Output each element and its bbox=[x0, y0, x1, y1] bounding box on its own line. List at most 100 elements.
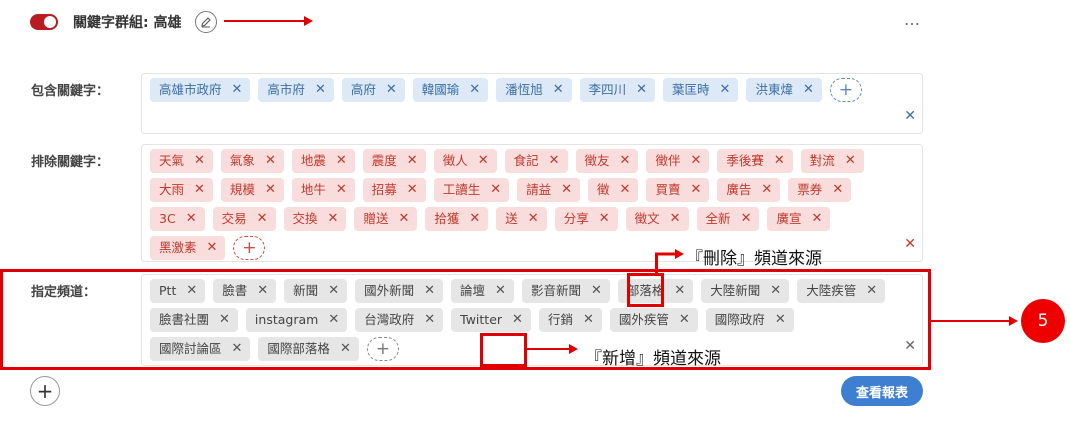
remove-tag-icon[interactable]: ✕ bbox=[315, 78, 326, 102]
remove-tag-icon[interactable]: ✕ bbox=[803, 78, 814, 102]
remove-tag-icon[interactable]: ✕ bbox=[761, 178, 772, 202]
remove-tag-icon[interactable]: ✕ bbox=[194, 178, 205, 202]
exclude-tag-label: 徵友 bbox=[584, 153, 610, 168]
exclude-tag-label: 贈送 bbox=[363, 211, 389, 226]
include-tag: 李四川 ✕ bbox=[579, 78, 656, 102]
remove-tag-icon[interactable]: ✕ bbox=[407, 178, 418, 202]
remove-tag-icon[interactable]: ✕ bbox=[620, 178, 631, 202]
add-channel-note: 『新增』頻道來源 bbox=[585, 349, 721, 369]
exclude-tag: 送 ✕ bbox=[496, 207, 547, 231]
include-tag-label: 李四川 bbox=[588, 82, 627, 97]
delete-channel-highlight bbox=[627, 273, 664, 307]
exclude-tag-label: 廣宣 bbox=[776, 211, 802, 226]
remove-tag-icon[interactable]: ✕ bbox=[407, 149, 418, 173]
exclude-tag: 工讀生 ✕ bbox=[433, 178, 510, 202]
remove-tag-icon[interactable]: ✕ bbox=[257, 207, 268, 231]
remove-tag-icon[interactable]: ✕ bbox=[636, 78, 647, 102]
add-include-button[interactable]: + bbox=[829, 78, 862, 102]
include-keywords-label: 包含關鍵字： bbox=[31, 84, 110, 99]
delete-channel-note: 『刪除』頻道來源 bbox=[686, 249, 822, 269]
more-options-icon[interactable]: … bbox=[904, 10, 921, 29]
exclude-tag-label: 地牛 bbox=[300, 182, 326, 197]
include-tag: 洪東煒 ✕ bbox=[746, 78, 822, 102]
exclude-tag: 規模 ✕ bbox=[220, 178, 284, 202]
exclude-tag-label: 徵伴 bbox=[655, 153, 681, 168]
remove-tag-icon[interactable]: ✕ bbox=[690, 178, 701, 202]
group-enable-toggle[interactable] bbox=[30, 14, 58, 30]
add-annotation-arrow bbox=[527, 344, 578, 354]
exclude-tag: 徵人 ✕ bbox=[433, 149, 497, 173]
remove-tag-icon[interactable]: ✕ bbox=[186, 207, 197, 231]
remove-tag-icon[interactable]: ✕ bbox=[845, 149, 856, 173]
exclude-tag-label: 買賣 bbox=[655, 182, 681, 197]
remove-tag-icon[interactable]: ✕ bbox=[670, 207, 681, 231]
remove-tag-icon[interactable]: ✕ bbox=[336, 178, 347, 202]
exclude-tag: 天氣 ✕ bbox=[150, 149, 213, 173]
exclude-tag: 氣象 ✕ bbox=[220, 149, 284, 173]
exclude-tag-label: 招募 bbox=[371, 182, 397, 197]
remove-tag-icon[interactable]: ✕ bbox=[265, 149, 276, 173]
exclude-tag: 地牛 ✕ bbox=[291, 178, 355, 202]
view-report-button[interactable]: 查看報表 bbox=[841, 376, 923, 406]
include-tag-label: 韓國瑜 bbox=[421, 82, 460, 97]
exclude-tag-label: 全新 bbox=[705, 211, 731, 226]
clear-include-icon[interactable]: ✕ bbox=[904, 108, 916, 124]
exclude-tag: 徵 ✕ bbox=[588, 178, 639, 202]
remove-tag-icon[interactable]: ✕ bbox=[549, 149, 560, 173]
remove-tag-icon[interactable]: ✕ bbox=[832, 178, 843, 202]
exclude-tag-label: 拾獲 bbox=[434, 211, 460, 226]
exclude-tag: 全新 ✕ bbox=[696, 207, 760, 231]
exclude-tag: 食記 ✕ bbox=[504, 149, 568, 173]
exclude-tag-label: 天氣 bbox=[159, 153, 185, 168]
exclude-tag: 請益 ✕ bbox=[517, 178, 581, 202]
title-annotation-arrow bbox=[224, 16, 313, 26]
remove-tag-icon[interactable]: ✕ bbox=[398, 207, 409, 231]
exclude-tag: 交易 ✕ bbox=[212, 207, 276, 231]
clear-exclude-icon[interactable]: ✕ bbox=[904, 236, 916, 252]
remove-tag-icon[interactable]: ✕ bbox=[528, 207, 539, 231]
remove-tag-icon[interactable]: ✕ bbox=[490, 178, 501, 202]
remove-tag-icon[interactable]: ✕ bbox=[469, 78, 480, 102]
remove-tag-icon[interactable]: ✕ bbox=[207, 236, 218, 260]
exclude-tag-label: 徵文 bbox=[634, 211, 660, 226]
toggle-knob bbox=[44, 16, 56, 28]
add-channel-highlight bbox=[480, 333, 527, 367]
edit-group-button[interactable] bbox=[195, 11, 217, 33]
remove-tag-icon[interactable]: ✕ bbox=[690, 149, 701, 173]
remove-tag-icon[interactable]: ✕ bbox=[469, 207, 480, 231]
channels-highlight-box bbox=[0, 269, 931, 370]
add-group-button[interactable]: + bbox=[30, 376, 60, 406]
remove-tag-icon[interactable]: ✕ bbox=[336, 149, 347, 173]
include-tag: 潘恆旭 ✕ bbox=[496, 78, 572, 102]
exclude-tag: 分享 ✕ bbox=[554, 207, 618, 231]
remove-tag-icon[interactable]: ✕ bbox=[232, 78, 243, 102]
remove-tag-icon[interactable]: ✕ bbox=[741, 207, 752, 231]
remove-tag-icon[interactable]: ✕ bbox=[620, 149, 631, 173]
step-annotation-arrow bbox=[931, 316, 1018, 326]
remove-tag-icon[interactable]: ✕ bbox=[328, 207, 339, 231]
remove-tag-icon[interactable]: ✕ bbox=[599, 207, 610, 231]
exclude-tag-label: 食記 bbox=[513, 153, 539, 168]
remove-tag-icon[interactable]: ✕ bbox=[774, 149, 785, 173]
delete-annotation-arrow bbox=[655, 249, 684, 259]
remove-tag-icon[interactable]: ✕ bbox=[561, 178, 572, 202]
exclude-tag: 徵文 ✕ bbox=[625, 207, 689, 231]
exclude-tag: 對流 ✕ bbox=[800, 149, 864, 173]
remove-tag-icon[interactable]: ✕ bbox=[194, 149, 205, 173]
exclude-tag: 票券 ✕ bbox=[788, 178, 852, 202]
exclude-tag: 震度 ✕ bbox=[362, 149, 426, 173]
remove-tag-icon[interactable]: ✕ bbox=[811, 207, 822, 231]
pencil-icon bbox=[201, 17, 211, 28]
remove-tag-icon[interactable]: ✕ bbox=[386, 78, 397, 102]
exclude-tag: 徵友 ✕ bbox=[575, 149, 639, 173]
remove-tag-icon[interactable]: ✕ bbox=[265, 178, 276, 202]
exclude-tag-label: 分享 bbox=[563, 211, 589, 226]
exclude-tag-label: 地震 bbox=[300, 153, 326, 168]
remove-tag-icon[interactable]: ✕ bbox=[720, 78, 731, 102]
remove-tag-icon[interactable]: ✕ bbox=[553, 78, 564, 102]
add-exclude-button[interactable]: + bbox=[233, 236, 266, 260]
remove-tag-icon[interactable]: ✕ bbox=[478, 149, 489, 173]
exclude-tag-label: 3C bbox=[159, 211, 176, 226]
exclude-tag: 廣宣 ✕ bbox=[767, 207, 831, 231]
include-tag-label: 高雄市政府 bbox=[159, 82, 222, 97]
